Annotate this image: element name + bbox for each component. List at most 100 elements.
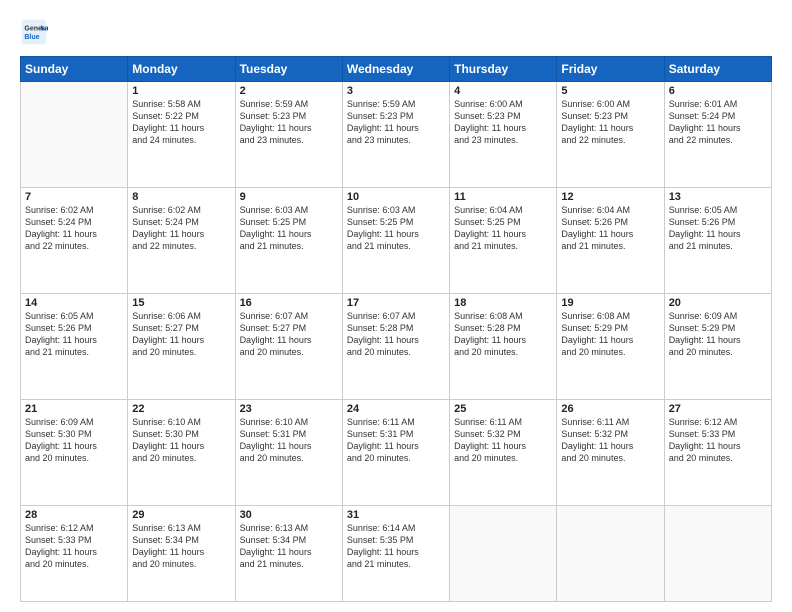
day-info: Sunrise: 6:02 AMSunset: 5:24 PMDaylight:… [25,204,123,253]
day-info: Sunrise: 6:02 AMSunset: 5:24 PMDaylight:… [132,204,230,253]
day-info: Sunrise: 6:14 AMSunset: 5:35 PMDaylight:… [347,522,445,571]
day-info: Sunrise: 6:01 AMSunset: 5:24 PMDaylight:… [669,98,767,147]
calendar-cell: 6Sunrise: 6:01 AMSunset: 5:24 PMDaylight… [664,82,771,188]
calendar-cell: 21Sunrise: 6:09 AMSunset: 5:30 PMDayligh… [21,399,128,505]
calendar-cell: 16Sunrise: 6:07 AMSunset: 5:27 PMDayligh… [235,293,342,399]
calendar-cell: 13Sunrise: 6:05 AMSunset: 5:26 PMDayligh… [664,187,771,293]
day-number: 29 [132,509,230,521]
day-info: Sunrise: 6:07 AMSunset: 5:28 PMDaylight:… [347,310,445,359]
calendar-cell: 20Sunrise: 6:09 AMSunset: 5:29 PMDayligh… [664,293,771,399]
calendar-cell: 2Sunrise: 5:59 AMSunset: 5:23 PMDaylight… [235,82,342,188]
day-info: Sunrise: 6:10 AMSunset: 5:31 PMDaylight:… [240,416,338,465]
day-number: 12 [561,191,659,203]
day-info: Sunrise: 5:58 AMSunset: 5:22 PMDaylight:… [132,98,230,147]
day-number: 16 [240,297,338,309]
calendar-cell [664,505,771,601]
calendar-week-row: 7Sunrise: 6:02 AMSunset: 5:24 PMDaylight… [21,187,772,293]
day-number: 3 [347,85,445,97]
calendar-cell: 7Sunrise: 6:02 AMSunset: 5:24 PMDaylight… [21,187,128,293]
calendar-cell: 10Sunrise: 6:03 AMSunset: 5:25 PMDayligh… [342,187,449,293]
day-info: Sunrise: 6:05 AMSunset: 5:26 PMDaylight:… [25,310,123,359]
day-info: Sunrise: 6:10 AMSunset: 5:30 PMDaylight:… [132,416,230,465]
page: General Blue SundayMondayTuesdayWednesda… [0,0,792,612]
day-number: 23 [240,403,338,415]
calendar-cell: 9Sunrise: 6:03 AMSunset: 5:25 PMDaylight… [235,187,342,293]
calendar-cell: 19Sunrise: 6:08 AMSunset: 5:29 PMDayligh… [557,293,664,399]
day-info: Sunrise: 6:08 AMSunset: 5:29 PMDaylight:… [561,310,659,359]
logo-icon: General Blue [20,18,48,46]
day-info: Sunrise: 6:04 AMSunset: 5:26 PMDaylight:… [561,204,659,253]
day-info: Sunrise: 6:13 AMSunset: 5:34 PMDaylight:… [132,522,230,571]
calendar-cell: 12Sunrise: 6:04 AMSunset: 5:26 PMDayligh… [557,187,664,293]
day-number: 25 [454,403,552,415]
calendar-week-row: 1Sunrise: 5:58 AMSunset: 5:22 PMDaylight… [21,82,772,188]
calendar-cell: 11Sunrise: 6:04 AMSunset: 5:25 PMDayligh… [450,187,557,293]
day-number: 8 [132,191,230,203]
day-number: 26 [561,403,659,415]
calendar-day-header: Saturday [664,57,771,82]
calendar-cell: 18Sunrise: 6:08 AMSunset: 5:28 PMDayligh… [450,293,557,399]
day-info: Sunrise: 6:05 AMSunset: 5:26 PMDaylight:… [669,204,767,253]
day-number: 15 [132,297,230,309]
day-number: 5 [561,85,659,97]
calendar-cell [21,82,128,188]
calendar-week-row: 21Sunrise: 6:09 AMSunset: 5:30 PMDayligh… [21,399,772,505]
calendar-cell: 28Sunrise: 6:12 AMSunset: 5:33 PMDayligh… [21,505,128,601]
calendar-cell: 25Sunrise: 6:11 AMSunset: 5:32 PMDayligh… [450,399,557,505]
day-number: 14 [25,297,123,309]
day-number: 7 [25,191,123,203]
day-info: Sunrise: 6:00 AMSunset: 5:23 PMDaylight:… [561,98,659,147]
day-info: Sunrise: 6:11 AMSunset: 5:31 PMDaylight:… [347,416,445,465]
day-number: 10 [347,191,445,203]
day-info: Sunrise: 6:12 AMSunset: 5:33 PMDaylight:… [25,522,123,571]
day-info: Sunrise: 6:03 AMSunset: 5:25 PMDaylight:… [347,204,445,253]
day-info: Sunrise: 6:07 AMSunset: 5:27 PMDaylight:… [240,310,338,359]
calendar-header-row: SundayMondayTuesdayWednesdayThursdayFrid… [21,57,772,82]
day-info: Sunrise: 6:00 AMSunset: 5:23 PMDaylight:… [454,98,552,147]
calendar-cell: 8Sunrise: 6:02 AMSunset: 5:24 PMDaylight… [128,187,235,293]
day-number: 22 [132,403,230,415]
calendar-day-header: Thursday [450,57,557,82]
calendar-week-row: 28Sunrise: 6:12 AMSunset: 5:33 PMDayligh… [21,505,772,601]
day-number: 19 [561,297,659,309]
calendar-cell: 17Sunrise: 6:07 AMSunset: 5:28 PMDayligh… [342,293,449,399]
day-number: 24 [347,403,445,415]
day-number: 17 [347,297,445,309]
calendar-cell: 23Sunrise: 6:10 AMSunset: 5:31 PMDayligh… [235,399,342,505]
calendar-cell: 3Sunrise: 5:59 AMSunset: 5:23 PMDaylight… [342,82,449,188]
calendar-week-row: 14Sunrise: 6:05 AMSunset: 5:26 PMDayligh… [21,293,772,399]
svg-text:Blue: Blue [24,34,39,41]
day-number: 18 [454,297,552,309]
calendar-day-header: Sunday [21,57,128,82]
calendar-cell: 4Sunrise: 6:00 AMSunset: 5:23 PMDaylight… [450,82,557,188]
day-number: 11 [454,191,552,203]
day-info: Sunrise: 5:59 AMSunset: 5:23 PMDaylight:… [347,98,445,147]
day-number: 2 [240,85,338,97]
calendar-cell [450,505,557,601]
calendar-day-header: Tuesday [235,57,342,82]
day-info: Sunrise: 6:11 AMSunset: 5:32 PMDaylight:… [561,416,659,465]
day-number: 28 [25,509,123,521]
calendar-cell: 22Sunrise: 6:10 AMSunset: 5:30 PMDayligh… [128,399,235,505]
day-info: Sunrise: 6:11 AMSunset: 5:32 PMDaylight:… [454,416,552,465]
calendar-cell: 14Sunrise: 6:05 AMSunset: 5:26 PMDayligh… [21,293,128,399]
day-number: 30 [240,509,338,521]
calendar-cell: 24Sunrise: 6:11 AMSunset: 5:31 PMDayligh… [342,399,449,505]
day-info: Sunrise: 6:08 AMSunset: 5:28 PMDaylight:… [454,310,552,359]
day-info: Sunrise: 6:12 AMSunset: 5:33 PMDaylight:… [669,416,767,465]
day-info: Sunrise: 6:04 AMSunset: 5:25 PMDaylight:… [454,204,552,253]
calendar-cell: 29Sunrise: 6:13 AMSunset: 5:34 PMDayligh… [128,505,235,601]
calendar-cell: 5Sunrise: 6:00 AMSunset: 5:23 PMDaylight… [557,82,664,188]
day-info: Sunrise: 6:06 AMSunset: 5:27 PMDaylight:… [132,310,230,359]
day-number: 13 [669,191,767,203]
calendar-cell: 30Sunrise: 6:13 AMSunset: 5:34 PMDayligh… [235,505,342,601]
calendar-cell: 31Sunrise: 6:14 AMSunset: 5:35 PMDayligh… [342,505,449,601]
calendar-cell [557,505,664,601]
calendar-day-header: Monday [128,57,235,82]
day-number: 6 [669,85,767,97]
calendar-day-header: Wednesday [342,57,449,82]
day-number: 20 [669,297,767,309]
day-info: Sunrise: 6:09 AMSunset: 5:29 PMDaylight:… [669,310,767,359]
day-number: 31 [347,509,445,521]
calendar-table: SundayMondayTuesdayWednesdayThursdayFrid… [20,56,772,602]
